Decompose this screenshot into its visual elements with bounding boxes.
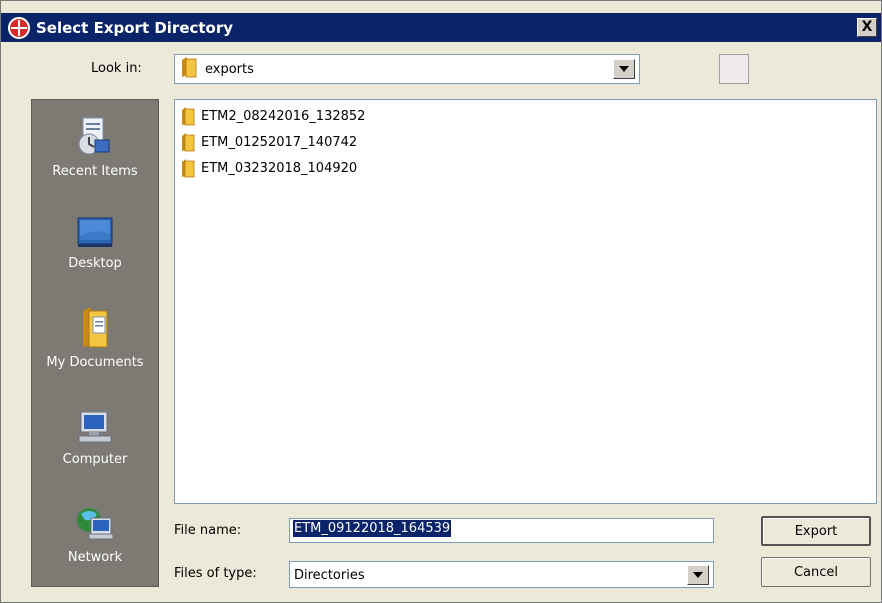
export-button[interactable]: Export	[761, 516, 871, 546]
place-label: Network	[67, 550, 123, 565]
file-name-input[interactable]: ETM_09122018_164539	[289, 518, 714, 543]
recent-items-icon	[78, 117, 110, 155]
file-name-value: ETM_09122018_164539	[293, 520, 452, 537]
place-label: Recent Items	[52, 164, 138, 179]
computer-icon	[78, 411, 112, 443]
file-name-label: File name:	[174, 523, 242, 538]
dialog-title: Select Export Directory	[36, 18, 234, 37]
place-desktop[interactable]: Desktop	[32, 216, 158, 271]
look-in-value: exports	[205, 61, 254, 77]
file-name: ETM2_08242016_132852	[201, 108, 366, 124]
folder-icon	[182, 133, 195, 152]
file-type-dropdown-button[interactable]	[687, 565, 709, 585]
file-type-value: Directories	[294, 568, 365, 583]
chevron-down-icon	[619, 66, 629, 72]
list-item[interactable]: ETM2_08242016_132852	[181, 106, 365, 126]
file-name: ETM_03232018_104920	[201, 160, 358, 176]
app-icon	[8, 16, 30, 39]
file-name: ETM_01252017_140742	[201, 134, 358, 150]
look-in-combo[interactable]: exports	[174, 54, 640, 84]
place-network[interactable]: Network	[32, 504, 158, 565]
title-bar[interactable]: Select Export Directory X	[1, 13, 881, 42]
place-label: My Documents	[46, 355, 144, 370]
file-type-label: Files of type:	[174, 566, 257, 581]
list-item[interactable]: ETM_01252017_140742	[181, 132, 357, 152]
desktop-icon	[77, 217, 113, 247]
look-in-dropdown-button[interactable]	[613, 59, 635, 79]
export-dialog: Select Export Directory X Look in: expor…	[0, 0, 882, 603]
place-computer[interactable]: Computer	[32, 410, 158, 467]
file-type-combo[interactable]: Directories	[289, 561, 714, 588]
look-in-label: Look in:	[91, 61, 142, 76]
place-label: Computer	[62, 452, 128, 467]
list-item[interactable]: ETM_03232018_104920	[181, 158, 357, 178]
my-documents-icon	[83, 307, 108, 348]
file-list[interactable]: ETM2_08242016_132852 ETM_01252017_140742…	[174, 99, 877, 504]
chevron-down-icon	[693, 572, 703, 578]
place-label: Desktop	[68, 256, 122, 271]
close-button[interactable]: X	[857, 18, 877, 37]
folder-icon	[182, 107, 195, 126]
place-my-documents[interactable]: My Documents	[32, 305, 158, 370]
place-recent-items[interactable]: Recent Items	[32, 114, 158, 179]
folder-icon	[181, 56, 197, 82]
network-icon	[77, 508, 114, 540]
cancel-button[interactable]: Cancel	[761, 557, 871, 587]
folder-icon	[182, 159, 195, 178]
view-toggle-button[interactable]	[719, 54, 749, 84]
places-bar: Recent Items Desktop My Documents Comput…	[31, 99, 159, 587]
